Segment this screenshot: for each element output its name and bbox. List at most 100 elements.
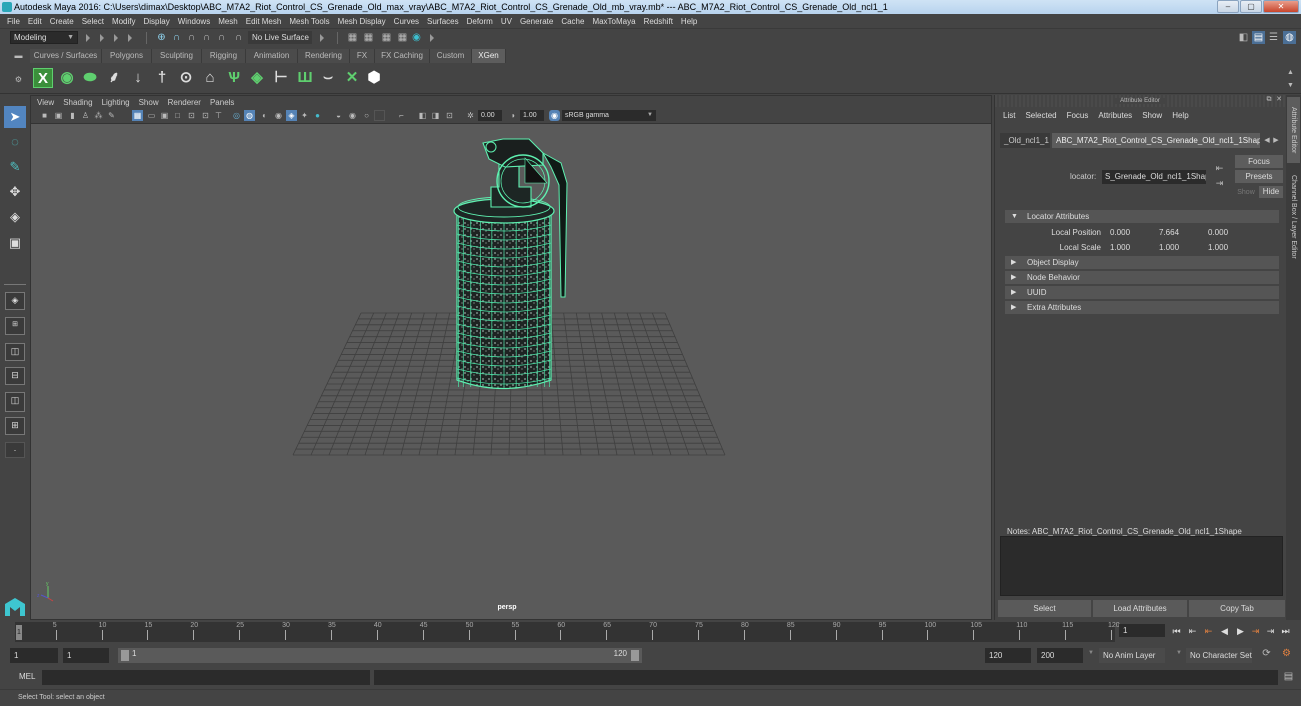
- menu-redshift[interactable]: Redshift: [644, 17, 673, 26]
- range-end-handle[interactable]: [631, 650, 639, 661]
- section-locator-attributes[interactable]: ▼ Locator Attributes: [1005, 210, 1279, 223]
- chevron-down-icon[interactable]: ▼: [1088, 650, 1094, 656]
- xgen-visibility-icon[interactable]: ⊙: [176, 68, 196, 88]
- show-button[interactable]: Show: [1235, 187, 1257, 199]
- color-management-icon[interactable]: ◉: [549, 110, 560, 121]
- section-object-display[interactable]: ▶ Object Display: [1005, 256, 1279, 269]
- play-forwards-icon[interactable]: ▶: [1235, 624, 1246, 638]
- ae-menu-focus[interactable]: Focus: [1067, 111, 1089, 123]
- go-to-output-icon[interactable]: ⇥: [1213, 177, 1226, 190]
- toggle-tool-settings-icon[interactable]: ☰: [1267, 31, 1280, 44]
- tab-rendering[interactable]: Rendering: [298, 49, 350, 63]
- field-chart-icon[interactable]: ⊡: [186, 110, 197, 121]
- snap-curve-icon[interactable]: ∩: [170, 31, 183, 44]
- toggle-attribute-editor-icon[interactable]: ▤: [1252, 31, 1265, 44]
- step-forward-key-icon[interactable]: ⇥: [1265, 624, 1276, 638]
- bookmarks-icon[interactable]: ▮: [67, 110, 78, 121]
- script-language-toggle[interactable]: MEL: [19, 672, 35, 681]
- local-scale-y-field[interactable]: 1.000: [1157, 242, 1204, 254]
- playback-start-field[interactable]: 1: [63, 648, 109, 663]
- xgen-help-icon[interactable]: ⬢: [364, 68, 384, 88]
- safe-title-icon[interactable]: ⊤: [213, 110, 224, 121]
- current-frame-field[interactable]: 1: [1119, 624, 1165, 637]
- menu-curves[interactable]: Curves: [394, 17, 419, 26]
- persp-hypershade-layout-icon[interactable]: ⊞: [5, 417, 25, 435]
- camera-attributes-icon[interactable]: ▣: [53, 110, 64, 121]
- xgen-select-icon[interactable]: Ш: [295, 68, 315, 88]
- live-surface-field[interactable]: No Live Surface: [248, 31, 312, 44]
- tab-rigging[interactable]: Rigging: [202, 49, 246, 63]
- xray-joints-icon[interactable]: ◨: [430, 110, 441, 121]
- snap-view-plane-icon[interactable]: ∩: [200, 31, 213, 44]
- side-by-side-layout-icon[interactable]: ◫: [5, 343, 25, 361]
- notes-textarea[interactable]: [1000, 536, 1283, 596]
- scale-tool-icon[interactable]: ▣: [4, 232, 26, 254]
- minimize-button[interactable]: –: [1217, 0, 1239, 13]
- start-time-field[interactable]: 1: [10, 648, 58, 663]
- menu-generate[interactable]: Generate: [520, 17, 553, 26]
- animation-preferences-icon[interactable]: ⚙: [1280, 647, 1293, 660]
- smooth-shade-icon[interactable]: ◍: [244, 110, 255, 121]
- ae-menu-selected[interactable]: Selected: [1025, 111, 1056, 123]
- tab-fx-caching[interactable]: FX Caching: [375, 49, 430, 63]
- select-camera-icon[interactable]: ■: [39, 110, 50, 121]
- step-forward-frame-icon[interactable]: ⇥: [1250, 624, 1261, 638]
- vp-menu-show[interactable]: Show: [139, 98, 159, 107]
- command-input[interactable]: [42, 670, 370, 685]
- menu-edit[interactable]: Edit: [28, 17, 42, 26]
- menu-select[interactable]: Select: [82, 17, 104, 26]
- local-position-x-field[interactable]: 0.000: [1108, 227, 1155, 239]
- section-uuid[interactable]: ▶ UUID: [1005, 286, 1279, 299]
- ipr-render-icon[interactable]: ▦: [362, 31, 375, 44]
- menu-modify[interactable]: Modify: [112, 17, 136, 26]
- copy-tab-button[interactable]: Copy Tab: [1189, 600, 1285, 617]
- screen-space-ao-icon[interactable]: ◒: [333, 110, 344, 121]
- xgen-collection-icon[interactable]: X: [33, 68, 53, 88]
- local-scale-z-field[interactable]: 1.000: [1206, 242, 1253, 254]
- default-material-icon[interactable]: ◐: [259, 110, 270, 121]
- vp-menu-lighting[interactable]: Lighting: [102, 98, 130, 107]
- range-slider-bar[interactable]: 1 120: [118, 648, 642, 663]
- node-name-field[interactable]: S_Grenade_Old_ncl1_1Shape: [1102, 170, 1206, 184]
- menu-set-dropdown[interactable]: Modeling ▼: [10, 31, 78, 44]
- step-back-key-icon[interactable]: ⇤: [1187, 624, 1198, 638]
- menu-deform[interactable]: Deform: [467, 17, 493, 26]
- time-slider-track[interactable]: 1 5 10 15 20 25 30 35 40 45 50 55 60 65 70 75 80 85 90 95 1…: [15, 622, 1120, 642]
- menu-windows[interactable]: Windows: [178, 17, 210, 26]
- vp-menu-view[interactable]: View: [37, 98, 54, 107]
- hide-button[interactable]: Hide: [1259, 186, 1283, 198]
- xgen-width-icon[interactable]: ⊢: [271, 68, 291, 88]
- grenade-model[interactable]: [453, 138, 568, 390]
- section-node-behavior[interactable]: ▶ Node Behavior: [1005, 271, 1279, 284]
- go-to-input-icon[interactable]: ⇤: [1213, 162, 1226, 175]
- vp-menu-shading[interactable]: Shading: [63, 98, 92, 107]
- safe-action-icon[interactable]: ⊡: [200, 110, 211, 121]
- xgen-delete-icon[interactable]: ✕: [342, 68, 362, 88]
- isolate-select-icon[interactable]: ⌐: [396, 110, 407, 121]
- go-to-end-icon[interactable]: ⏭: [1280, 624, 1291, 638]
- image-plane-icon[interactable]: ♙: [80, 110, 91, 121]
- render-view-icon[interactable]: ◉: [410, 31, 423, 44]
- tab-animation[interactable]: Animation: [246, 49, 298, 63]
- collapse-arrow-icon[interactable]: [100, 34, 104, 42]
- snap-grid-icon[interactable]: ⊕: [155, 31, 168, 44]
- xgen-add-guides-icon[interactable]: ⸙: [104, 68, 124, 88]
- four-view-layout-icon[interactable]: ⊞: [5, 317, 25, 335]
- wireframe-on-shaded-icon[interactable]: ◈: [286, 110, 297, 121]
- film-gate-icon[interactable]: ▭: [146, 110, 157, 121]
- view-transform-dropdown[interactable]: sRGB gamma ▼: [562, 110, 656, 121]
- tab-attribute-editor[interactable]: Attribute Editor: [1287, 97, 1300, 163]
- playback-end-field[interactable]: 120: [985, 648, 1031, 663]
- menu-help[interactable]: Help: [681, 17, 697, 26]
- sculpt-icon[interactable]: ◧: [1237, 31, 1250, 44]
- two-d-pan-zoom-icon[interactable]: ⁂: [93, 110, 104, 121]
- shadows-icon[interactable]: ●: [312, 110, 323, 121]
- tab-xgen[interactable]: XGen: [472, 49, 506, 63]
- menu-create[interactable]: Create: [50, 17, 74, 26]
- lasso-tool-icon[interactable]: ◌: [4, 131, 26, 153]
- select-tool-icon[interactable]: ➤: [4, 106, 26, 128]
- move-tool-icon[interactable]: ✥: [4, 181, 26, 203]
- shelf-menu-icon[interactable]: ▬: [12, 49, 25, 62]
- persp-outliner-layout-icon[interactable]: ◫: [5, 392, 25, 412]
- persp-graph-layout-icon[interactable]: ⊟: [5, 367, 25, 385]
